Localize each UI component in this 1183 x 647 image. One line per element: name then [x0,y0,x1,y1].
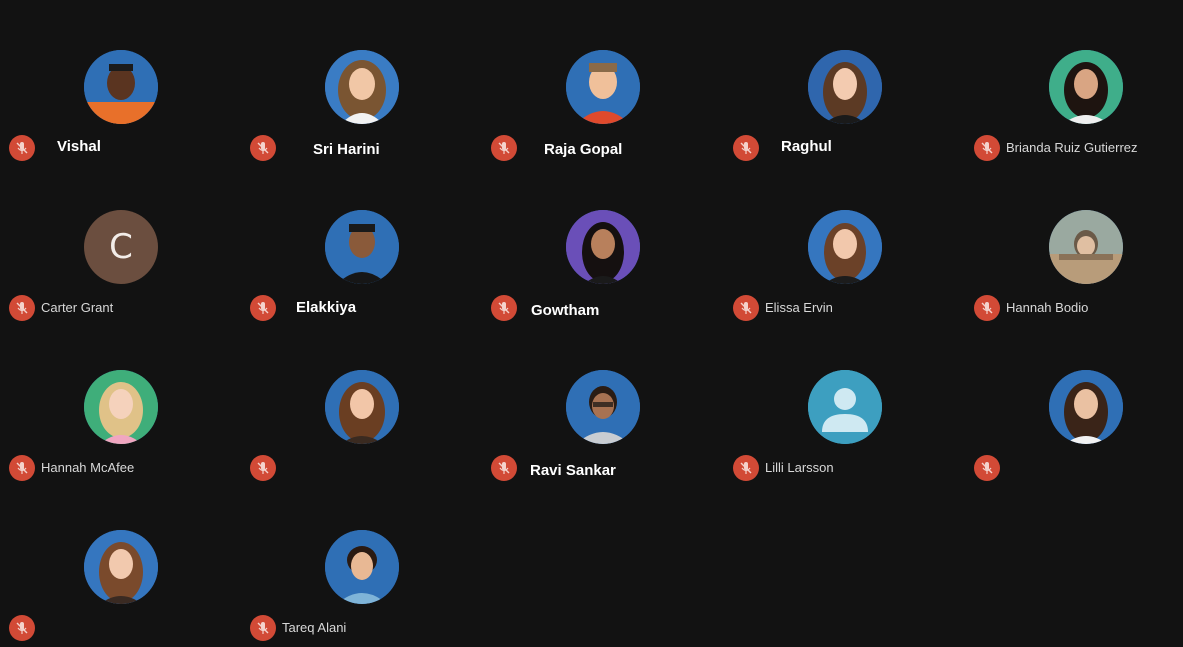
mic-muted-icon[interactable] [733,455,759,481]
mic-muted-icon[interactable] [250,295,276,321]
participant-tile[interactable]: Ravi Sankar [482,320,712,481]
participant-name: Carter Grant [41,300,114,315]
participant-tile[interactable]: Elakkiya [241,160,471,321]
avatar [84,50,158,124]
participant-tile[interactable]: Hannah Bodio [965,160,1183,321]
avatar [1049,370,1123,444]
participant-tile[interactable]: C Carter Grant [0,160,230,321]
avatar [84,370,158,444]
mic-muted-icon[interactable] [9,135,35,161]
participant-tile[interactable] [241,320,471,481]
letter-avatar: C [84,210,158,284]
avatar [84,530,158,604]
participant-tile[interactable]: Sri Harini [241,0,471,161]
participant-tile[interactable]: Vishal [0,0,230,161]
avatar [1049,210,1123,284]
mic-muted-icon[interactable] [250,455,276,481]
participant-name: Vishal [57,138,101,155]
participant-name: Raja Gopal [544,141,623,158]
avatar [566,210,640,284]
mic-muted-icon[interactable] [491,135,517,161]
participant-name: Tareq Alani [282,620,347,635]
participant-tile[interactable]: Hannah McAfee [0,320,230,481]
participant-tile[interactable]: Raghul [724,0,954,161]
participant-grid: Vishal Sri Harini Raja Gopal Raghul Bria… [0,0,1183,647]
mic-muted-icon[interactable] [491,295,517,321]
participant-tile[interactable] [0,480,230,647]
avatar [325,370,399,444]
mic-muted-icon[interactable] [250,135,276,161]
participant-tile[interactable] [965,320,1183,481]
participant-tile[interactable]: Tareq Alani [241,480,471,647]
participant-tile[interactable]: Raja Gopal [482,0,712,161]
avatar [566,50,640,124]
participant-name: Lilli Larsson [765,460,834,475]
participant-name: Sri Harini [313,141,380,158]
participant-tile[interactable]: Brianda Ruiz Gutierrez [965,0,1183,161]
participant-tile[interactable]: Lilli Larsson [724,320,954,481]
mic-muted-icon[interactable] [9,615,35,641]
participant-name: Brianda Ruiz Gutierrez [1006,140,1138,155]
avatar [808,50,882,124]
participant-name: Ravi Sankar [530,462,616,479]
participant-name: Raghul [781,138,832,155]
mic-muted-icon[interactable] [733,295,759,321]
mic-muted-icon[interactable] [974,295,1000,321]
mic-muted-icon[interactable] [974,455,1000,481]
mic-muted-icon[interactable] [250,615,276,641]
mic-muted-icon[interactable] [733,135,759,161]
participant-name: Elakkiya [296,299,357,316]
participant-name: Elissa Ervin [765,300,833,315]
avatar [325,210,399,284]
avatar [1049,50,1123,124]
participant-name: Hannah McAfee [41,460,135,475]
mic-muted-icon[interactable] [974,135,1000,161]
participant-name: Hannah Bodio [1006,300,1089,315]
mic-muted-icon[interactable] [9,455,35,481]
avatar [325,50,399,124]
default-avatar-icon [808,370,882,444]
avatar [808,210,882,284]
mic-muted-icon[interactable] [491,455,517,481]
participant-tile[interactable]: Gowtham [482,160,712,321]
participant-tile[interactable]: Elissa Ervin [724,160,954,321]
participant-name: Gowtham [531,302,600,319]
mic-muted-icon[interactable] [9,295,35,321]
avatar [325,530,399,604]
avatar [566,370,640,444]
